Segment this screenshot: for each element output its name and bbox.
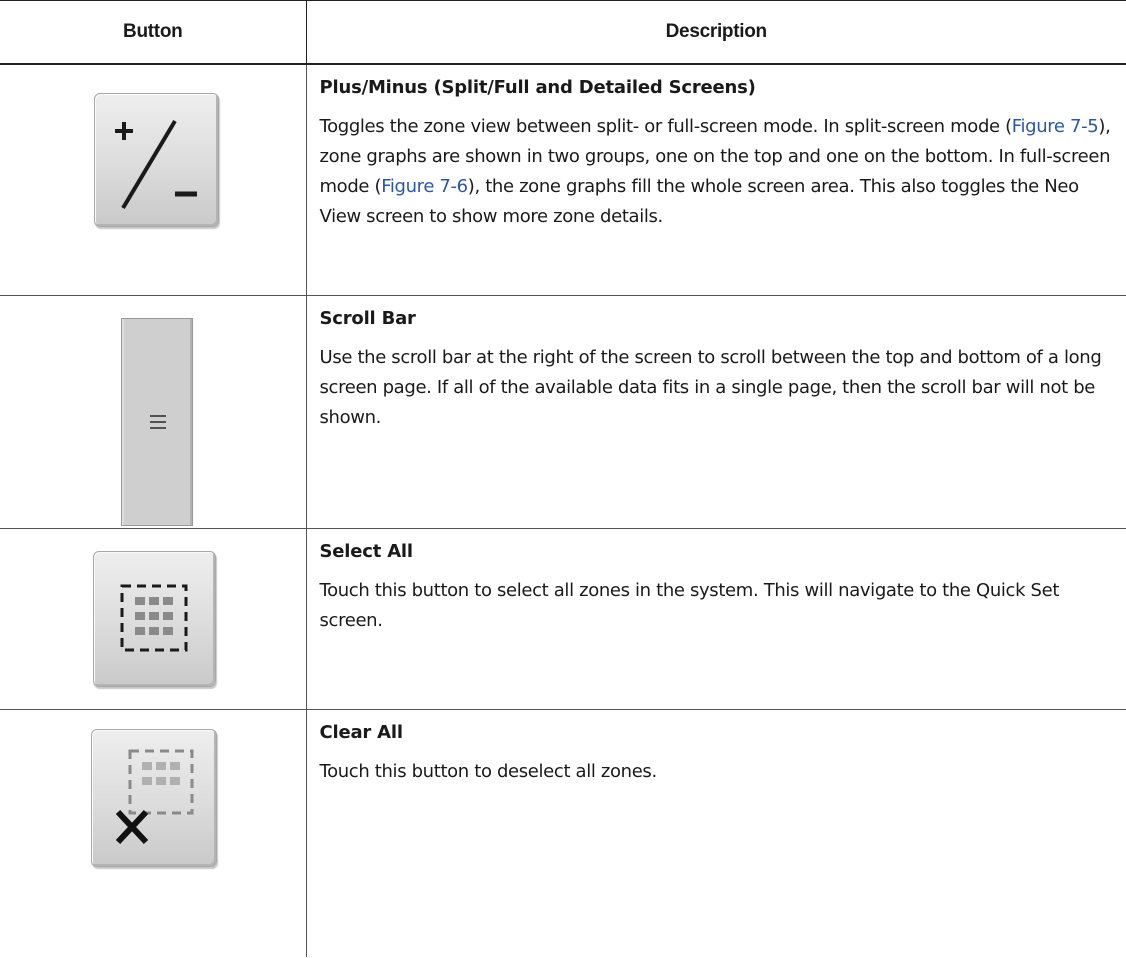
clear-all-icon (91, 729, 217, 867)
row-title: Scroll Bar (319, 308, 416, 329)
table-row: Scroll Bar Use the scroll bar at the rig… (0, 295, 1126, 529)
figure-7-5-link[interactable]: Figure 7-5 (1012, 116, 1099, 137)
select-all-icon (93, 551, 216, 687)
plus-minus-icon (94, 93, 219, 227)
table-row: Plus/Minus (Split/Full and Detailed Scre… (0, 64, 1126, 296)
header-description: Description (306, 0, 1126, 65)
icon-cell (0, 64, 307, 296)
table-header-row: Button Description (0, 0, 1126, 65)
figure-7-6-link[interactable]: Figure 7-6 (381, 176, 468, 197)
table-row: Clear All Touch this button to deselect … (0, 709, 1126, 958)
row-title: Select All (319, 541, 414, 562)
description-cell: Select All Touch this button to select a… (306, 528, 1126, 710)
row-description: Use the scroll bar at the right of the s… (319, 347, 1102, 428)
row-title: Clear All (319, 722, 404, 743)
document-page: Button Description Plus/Minus (Split/Ful… (0, 0, 1126, 958)
description-cell: Plus/Minus (Split/Full and Detailed Scre… (306, 64, 1126, 296)
icon-cell (0, 528, 307, 710)
row-description: Touch this button to select all zones in… (319, 580, 1060, 631)
icon-cell (0, 709, 307, 957)
description-cell: Scroll Bar Use the scroll bar at the rig… (306, 295, 1126, 529)
button-description-table: Button Description Plus/Minus (Split/Ful… (0, 0, 1126, 957)
header-button: Button (0, 0, 307, 65)
row-description: Toggles the zone view between split- or … (319, 116, 1111, 227)
description-cell: Clear All Touch this button to deselect … (306, 710, 1126, 958)
row-title: Plus/Minus (Split/Full and Detailed Scre… (319, 77, 756, 98)
table-row: Select All Touch this button to select a… (0, 528, 1126, 710)
scroll-bar-icon (121, 318, 193, 526)
icon-cell (0, 295, 307, 529)
row-description: Touch this button to deselect all zones. (319, 761, 658, 782)
